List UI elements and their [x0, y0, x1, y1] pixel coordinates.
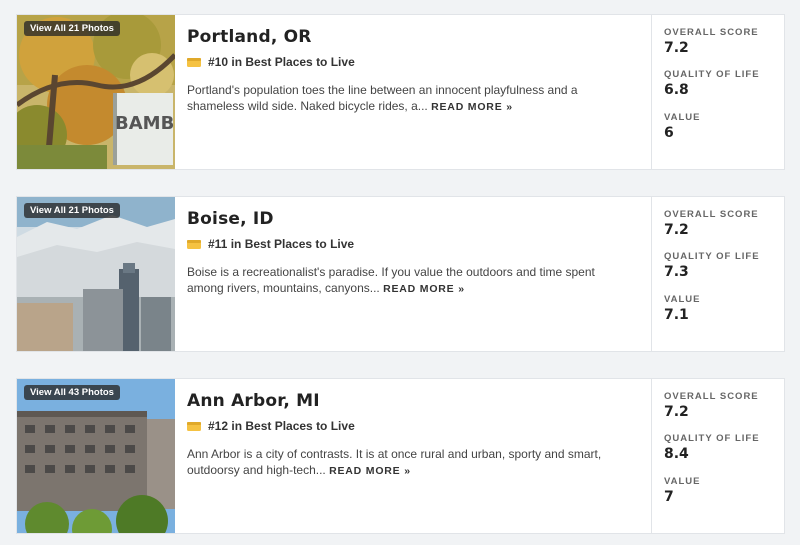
city-photo[interactable]: View All 43 Photos [17, 379, 175, 533]
rank-line: #10 in Best Places to Live [187, 55, 355, 69]
city-description: Ann Arbor is a city of contrasts. It is … [187, 446, 632, 479]
quality-of-life-label: QUALITY OF LIFE [664, 251, 760, 262]
view-photos-badge[interactable]: View All 43 Photos [24, 385, 120, 400]
overall-score-value: 7.2 [664, 222, 689, 238]
ribbon-icon [187, 57, 202, 68]
listing-content: Portland, OR #10 in Best Places to Live … [187, 15, 642, 169]
score-panel: OVERALL SCORE 7.2 QUALITY OF LIFE 6.8 VA… [651, 15, 786, 169]
quality-of-life-value: 8.4 [664, 446, 689, 462]
rank-text[interactable]: #11 in Best Places to Live [208, 237, 354, 251]
rank-text[interactable]: #10 in Best Places to Live [208, 55, 355, 69]
listing-content: Ann Arbor, MI #12 in Best Places to Live… [187, 379, 642, 533]
read-more-link[interactable]: READ MORE » [431, 101, 513, 113]
overall-score-value: 7.2 [664, 404, 689, 420]
listing-card: View All 21 Photos Boise, ID #11 in Best… [16, 196, 785, 352]
listing-content: Boise, ID #11 in Best Places to Live Boi… [187, 197, 642, 351]
ribbon-icon [187, 239, 202, 250]
portland-photo-image: BAMBO [17, 15, 175, 169]
city-photo[interactable]: BAMBO View All 21 Photos [17, 15, 175, 169]
overall-score-label: OVERALL SCORE [664, 27, 759, 38]
svg-text:BAMBO: BAMBO [115, 113, 175, 134]
score-panel: OVERALL SCORE 7.2 QUALITY OF LIFE 7.3 VA… [651, 197, 786, 351]
city-description: Portland's population toes the line betw… [187, 82, 632, 115]
city-photo[interactable]: View All 21 Photos [17, 197, 175, 351]
boise-photo-image [17, 197, 175, 351]
value-label: VALUE [664, 112, 701, 123]
value-label: VALUE [664, 476, 701, 487]
rank-line: #12 in Best Places to Live [187, 419, 355, 433]
overall-score-label: OVERALL SCORE [664, 209, 759, 220]
value-score: 7 [664, 489, 674, 505]
value-label: VALUE [664, 294, 701, 305]
quality-of-life-label: QUALITY OF LIFE [664, 433, 760, 444]
city-description: Boise is a recreationalist's paradise. I… [187, 264, 632, 297]
ribbon-icon [187, 421, 202, 432]
description-text: Portland's population toes the line betw… [187, 83, 578, 113]
score-panel: OVERALL SCORE 7.2 QUALITY OF LIFE 8.4 VA… [651, 379, 786, 533]
city-name[interactable]: Boise, ID [187, 209, 274, 229]
overall-score-label: OVERALL SCORE [664, 391, 759, 402]
overall-score-value: 7.2 [664, 40, 689, 56]
quality-of-life-value: 6.8 [664, 82, 689, 98]
value-score: 6 [664, 125, 674, 141]
quality-of-life-value: 7.3 [664, 264, 689, 280]
view-photos-badge[interactable]: View All 21 Photos [24, 21, 120, 36]
listing-card: BAMBO View All 21 Photos Portland, OR #1… [16, 14, 785, 170]
city-name[interactable]: Ann Arbor, MI [187, 391, 320, 411]
listing-card: View All 43 Photos Ann Arbor, MI #12 in … [16, 378, 785, 534]
rank-line: #11 in Best Places to Live [187, 237, 354, 251]
city-name[interactable]: Portland, OR [187, 27, 312, 47]
read-more-link[interactable]: READ MORE » [329, 465, 411, 477]
value-score: 7.1 [664, 307, 689, 323]
rank-text[interactable]: #12 in Best Places to Live [208, 419, 355, 433]
read-more-link[interactable]: READ MORE » [383, 283, 465, 295]
view-photos-badge[interactable]: View All 21 Photos [24, 203, 120, 218]
ann-arbor-photo-image [17, 379, 175, 533]
quality-of-life-label: QUALITY OF LIFE [664, 69, 760, 80]
